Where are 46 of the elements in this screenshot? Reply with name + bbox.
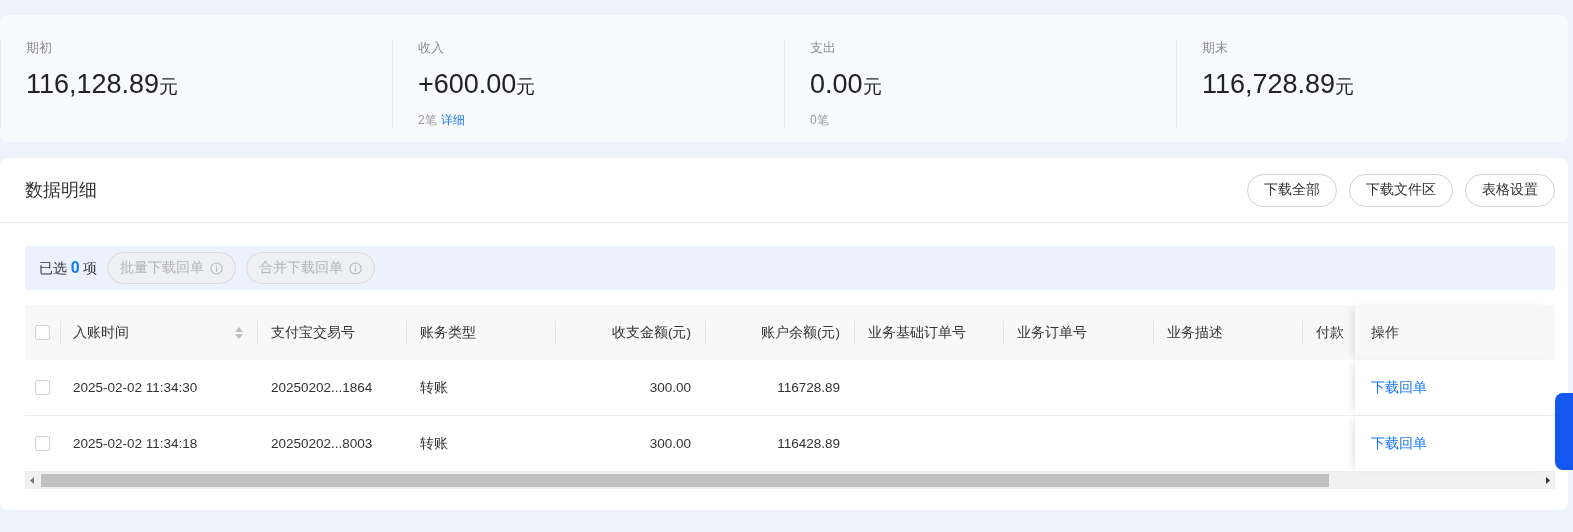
stat-label: 期末: [1202, 39, 1229, 57]
stat-amount: 0.00元: [810, 68, 883, 101]
column-header: 账户余额(元): [761, 323, 840, 342]
info-icon: [210, 261, 224, 275]
download-link[interactable]: 下载回单: [1371, 378, 1427, 397]
toolbar-button[interactable]: 下载文件区: [1349, 173, 1453, 207]
column-header: 账务类型: [420, 323, 477, 342]
toolbar-button[interactable]: 表格设置: [1465, 173, 1555, 207]
stat-amount: +600.00元: [418, 68, 537, 101]
toolbar-button[interactable]: 下载全部: [1247, 173, 1337, 207]
sort-icon[interactable]: [235, 326, 243, 339]
table-cell-text: 20250202...8003: [271, 436, 374, 451]
scrollbar-thumb[interactable]: [41, 474, 1329, 487]
column-header: 业务描述: [1167, 323, 1224, 342]
stat-label: 收入: [418, 39, 445, 57]
checkbox[interactable]: [35, 325, 50, 340]
download-link[interactable]: 下载回单: [1371, 434, 1427, 453]
checkbox[interactable]: [35, 436, 50, 451]
checkbox[interactable]: [35, 380, 50, 395]
column-header: 付款: [1316, 323, 1344, 342]
floating-tab[interactable]: [1555, 393, 1573, 470]
stat-count: 0笔: [810, 112, 829, 128]
column-header[interactable]: 入账时间: [73, 323, 243, 342]
column-header: 业务基础订单号: [868, 323, 967, 342]
table-cell-text: 转账: [420, 378, 449, 397]
table-cell: 300.00: [649, 380, 691, 395]
column-header: 支付宝交易号: [271, 323, 356, 342]
column-header: 业务订单号: [1017, 323, 1088, 342]
info-icon: [349, 261, 363, 275]
table-cell-text: 转账: [420, 434, 449, 453]
stat-amount: 116,128.89元: [26, 68, 180, 101]
selection-count: 已选 0 项: [39, 258, 98, 278]
column-header: 收支金额(元): [612, 323, 691, 342]
section-title: 数据明细: [25, 179, 98, 202]
table-cell: 116728.89: [777, 380, 840, 395]
detail-link[interactable]: 详细: [440, 112, 465, 128]
stat-label: 支出: [810, 39, 837, 57]
stat-amount: 116,728.89元: [1202, 68, 1356, 101]
table-cell-text: 2025-02-02 11:34:18: [73, 436, 199, 451]
table-cell: 300.00: [649, 436, 691, 451]
stat-count: 2笔: [418, 112, 437, 128]
table-cell: 116428.89: [777, 436, 840, 451]
table-cell-text: 20250202...1864: [271, 380, 374, 395]
column-header: 操作: [1371, 323, 1399, 342]
stat-label: 期初: [26, 39, 53, 57]
table-cell-text: 2025-02-02 11:34:30: [73, 380, 199, 395]
